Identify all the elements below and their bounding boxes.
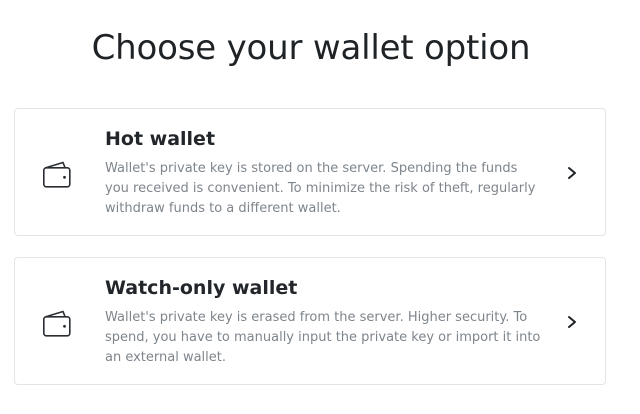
- chevron-right-icon: [565, 314, 579, 330]
- option-description: Wallet's private key is erased from the …: [105, 310, 541, 365]
- wallet-icon: [41, 308, 73, 338]
- chevron-right-icon: [565, 165, 579, 181]
- page: Choose your wallet option Hot wallet Wal…: [0, 0, 640, 414]
- hot-wallet-option[interactable]: Hot wallet Wallet's private key is store…: [14, 108, 606, 236]
- option-title: Watch-only wallet: [105, 277, 298, 299]
- watch-only-wallet-option[interactable]: Watch-only wallet Wallet's private key i…: [14, 257, 606, 385]
- option-description: Wallet's private key is stored on the se…: [105, 161, 536, 216]
- option-title: Hot wallet: [105, 128, 216, 150]
- wallet-icon: [41, 159, 73, 189]
- page-title: Choose your wallet option: [91, 28, 531, 68]
